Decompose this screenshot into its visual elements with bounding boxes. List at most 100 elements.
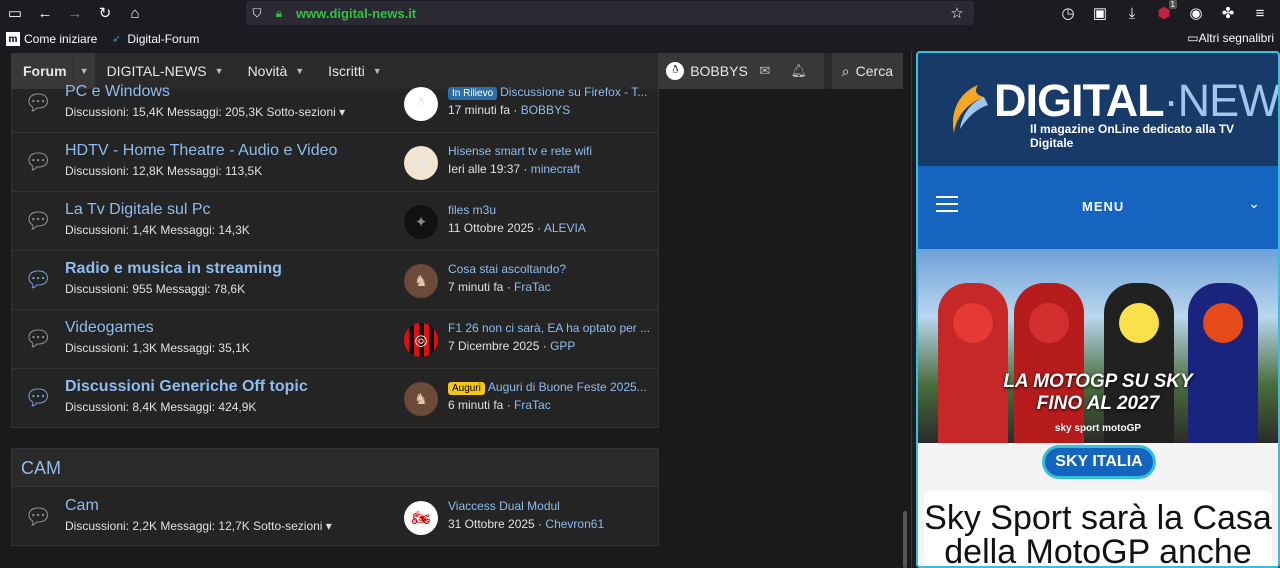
url-text[interactable]: www.digital-news.it [296,6,416,21]
latest-thread[interactable]: Cosa stai ascoltando? [448,262,566,276]
forum-node: 💬︎ Videogames Discussioni: 1,3K Messaggi… [12,310,658,369]
latest-time: 31 Ottobre 2025 [448,517,535,531]
chat-bubbles-icon: 💬︎ [24,208,52,233]
node-title[interactable]: Discussioni Generiche Off topic [65,378,308,396]
news-menu-bar[interactable]: MENU ⌄ [918,166,1278,249]
forum-node: 💬︎ HDTV - Home Theatre - Audio e Video D… [12,133,658,192]
account-icon[interactable]: ◉ [1180,0,1212,26]
logo-bold: DIGITAL [994,75,1165,126]
chat-bubbles-icon: 💬︎ [24,267,52,292]
latest-thread-title: Discussione su Firefox - T... [500,85,648,99]
latest-time: 7 Dicembre 2025 [448,339,540,353]
chat-bubbles-icon: 💬︎ [24,90,52,115]
latest-user[interactable]: ALEVIA [544,221,586,235]
latest-meta: 31 Ottobre 2025 · Chevron61 [448,517,605,531]
node-stats: Discussioni: 12,8K Messaggi: 113,5K [65,164,263,178]
node-title[interactable]: PC e Windows [65,83,170,101]
latest-user[interactable]: FraTac [514,398,551,412]
hamburger-icon[interactable] [936,196,958,212]
latest-thread[interactable]: In Rilievo Discussione su Firefox - T... [448,85,647,100]
prefix-label: Auguri [448,382,485,395]
chat-bubbles-icon: 💬︎ [24,504,52,529]
latest-meta: Ieri alle 19:37 · minecraft [448,162,581,176]
extension-badge: 1 [1168,0,1177,9]
site-logo[interactable]: DIGITAL·NEWS [994,75,1278,127]
category-pill[interactable]: SKY ITALIA [1042,445,1156,479]
sidebar-icon[interactable]: ▭ [0,0,30,26]
avatar[interactable]: ✦ [404,205,438,239]
latest-user[interactable]: Chevron61 [545,517,604,531]
rider-figure [938,283,1008,443]
avatar[interactable]: ⚽︎ [404,146,438,180]
latest-user[interactable]: BOBBYS [521,103,570,117]
logo-swoosh-icon [953,85,988,133]
mozilla-icon: m [6,32,20,46]
latest-time: 7 minuti fa [448,280,504,294]
latest-time: Ieri alle 19:37 [448,162,521,176]
lock-icon[interactable]: 🔒︎ [268,2,290,24]
avatar[interactable]: ♞ [404,264,438,298]
latest-thread[interactable]: Hisense smart tv e rete wifi [448,144,592,158]
back-icon[interactable]: ← [30,0,60,26]
bell-icon[interactable]: 🔔︎ [782,63,816,79]
node-stats: Discussioni: 1,4K Messaggi: 14,3K [65,223,250,237]
hero-headline-1: LA MOTOGP SU SKY [1003,371,1193,392]
rider-figure [1014,283,1084,443]
node-stats[interactable]: Discussioni: 2,2K Messaggi: 12,7K Sotto-… [65,519,332,533]
forum-node: 💬︎ PC e Windows Discussioni: 15,4K Messa… [12,74,658,133]
bookmark-digital-forum[interactable]: ➶ Digital-Forum [109,32,199,46]
rider-figure [1188,283,1258,443]
browser-toolbar: ▭ ← → ↻ ⌂ ⛉ 🔒︎ www.digital-news.it ☆ ◷ ▣… [0,0,1280,26]
latest-thread[interactable]: Auguri Auguri di Buone Feste 2025... [448,380,647,395]
article-card[interactable]: Sky Sport sarà la Casa della MotoGP anch… [924,491,1272,566]
news-header: DIGITAL·NEWS Il magazine OnLine dedicato… [918,53,1278,166]
latest-user[interactable]: minecraft [531,162,580,176]
history-icon[interactable]: ◷ [1052,0,1084,26]
node-title[interactable]: Cam [65,497,99,515]
latest-thread[interactable]: Viaccess Dual Modul [448,499,560,513]
forum-node: 💬︎ La Tv Digitale sul Pc Discussioni: 1,… [12,192,658,251]
latest-thread[interactable]: F1 26 non ci sarà, EA ha optato per ... [448,321,650,335]
node-stats[interactable]: Discussioni: 15,4K Messaggi: 205,3K Sott… [65,105,345,119]
user-menu[interactable]: 🐧︎ BOBBYS ✉ 🔔︎ [658,53,824,89]
avatar[interactable]: ♞ [404,382,438,416]
node-title[interactable]: HDTV - Home Theatre - Audio e Video [65,142,337,160]
category-title[interactable]: CAM [12,449,658,487]
bookmark-star-icon[interactable]: ☆ [946,2,968,24]
article-title[interactable]: Sky Sport sarà la Casa della MotoGP anch… [924,501,1272,566]
node-title[interactable]: Videogames [65,319,154,337]
menu-icon[interactable]: ≡ [1244,0,1276,26]
node-title[interactable]: La Tv Digitale sul Pc [65,201,211,219]
username: BOBBYS [690,63,748,79]
address-bar[interactable]: ⛉ 🔒︎ www.digital-news.it ☆ [246,1,974,25]
latest-thread[interactable]: files m3u [448,203,496,217]
latest-time: 6 minuti fa [448,398,504,412]
screenshot-icon[interactable]: ▣ [1084,0,1116,26]
latest-user[interactable]: FraTac [514,280,551,294]
search-button[interactable]: ⌕ Cerca [831,53,903,89]
hero-sub: sky sport motoGP [1054,423,1142,434]
home-icon[interactable]: ⌂ [120,0,150,26]
avatar[interactable]: 🐧︎ [404,87,438,121]
avatar[interactable]: ◎ [404,323,438,357]
scrollbar[interactable] [903,511,907,568]
avatar[interactable]: 🏍︎ [404,501,438,535]
node-title[interactable]: Radio e musica in streaming [65,260,282,278]
reload-icon[interactable]: ↻ [90,0,120,26]
folder-icon: ▭ [1187,31,1199,45]
downloads-icon[interactable]: ⤓ [1116,0,1148,26]
latest-user[interactable]: GPP [550,339,575,353]
forward-icon[interactable]: → [60,0,90,26]
ublock-icon[interactable]: ⬢ 1 [1148,0,1180,26]
avatar: 🐧︎ [666,62,685,80]
shield-icon[interactable]: ⛉ [246,2,268,24]
hero-banner[interactable]: LA MOTOGP SU SKY FINO AL 2027 sky sport … [918,249,1278,443]
envelope-icon[interactable]: ✉ [748,63,782,79]
bookmark-come-iniziare[interactable]: m Come iniziare [6,32,97,46]
extensions-icon[interactable]: ✤ [1212,0,1244,26]
category-cam: CAM 💬︎ Cam Discussioni: 2,2K Messaggi: 1… [11,448,659,546]
other-bookmarks[interactable]: ▭ Altri segnalibri [1187,31,1274,45]
latest-time: 11 Ottobre 2025 [448,221,534,235]
prefix-label: In Rilievo [448,87,498,100]
chevron-down-icon[interactable]: ⌄ [1248,195,1260,212]
